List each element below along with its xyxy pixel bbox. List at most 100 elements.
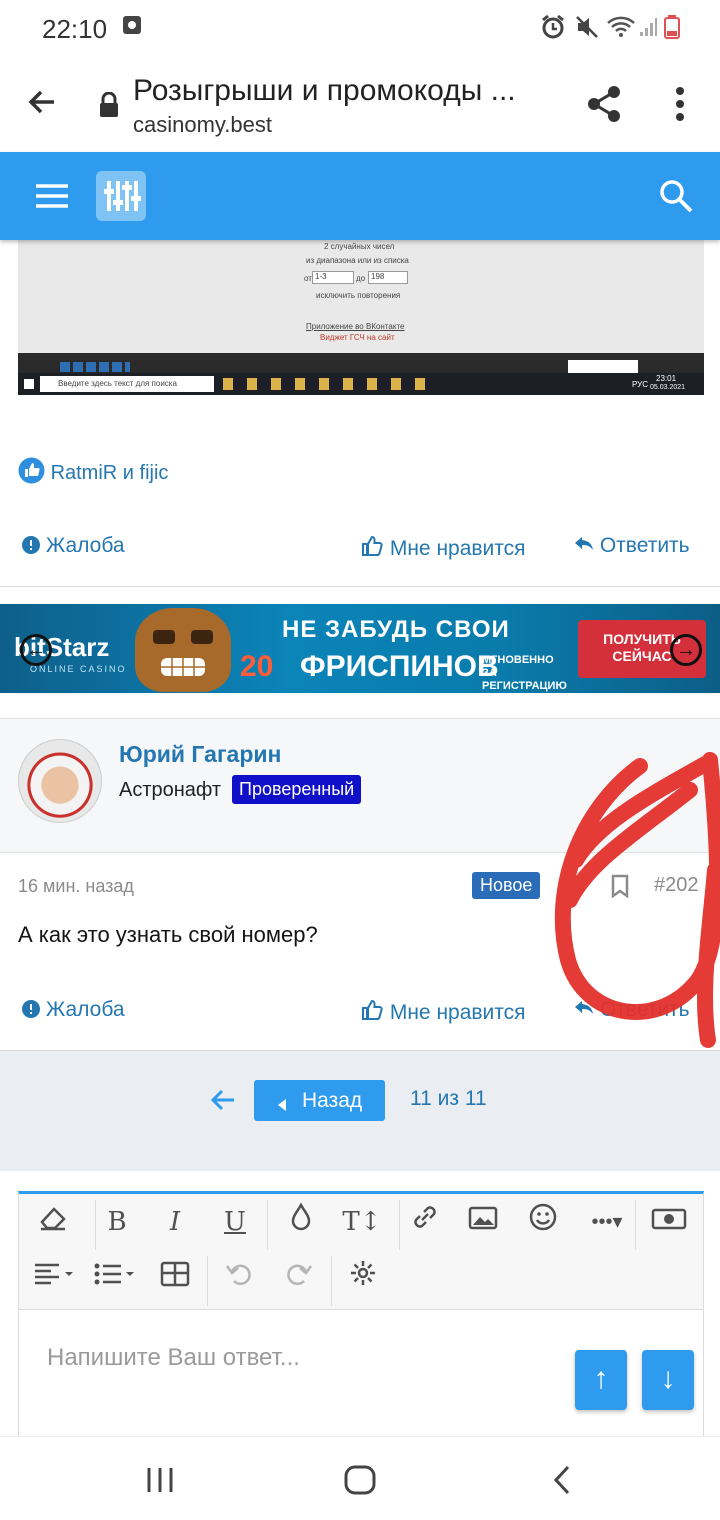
page-title[interactable]: Розыгрыши и промокоды ... (133, 74, 553, 108)
banner-count: 20 (240, 650, 274, 683)
undo-icon[interactable] (219, 1258, 259, 1298)
reply-label: Ответить (599, 998, 690, 1021)
windows-start-icon (24, 379, 34, 389)
new-badge: Новое (472, 872, 541, 899)
avatar[interactable] (18, 739, 102, 823)
search-icon[interactable] (658, 178, 694, 219)
post2-actions: Жалоба Мне нравится Ответить (0, 990, 720, 1030)
android-nav-bar (0, 1436, 720, 1520)
status-time: 22:10 (42, 14, 108, 44)
reactions-users[interactable]: RatmiR и fijic (51, 462, 169, 484)
verified-badge: Проверенный (232, 775, 362, 804)
thumbs-up-icon (362, 999, 383, 1020)
toolbar-separator (331, 1256, 332, 1306)
report-label: Жалоба (45, 534, 125, 557)
post-number[interactable]: #202 (654, 874, 699, 897)
bold-icon[interactable]: B (97, 1202, 137, 1242)
back-arrow-icon[interactable] (24, 84, 60, 125)
wifi-icon (606, 14, 636, 45)
recent-apps-icon[interactable] (146, 1467, 174, 1498)
reactions-bar[interactable]: RatmiR и fijic (18, 457, 168, 490)
list-icon[interactable] (91, 1258, 141, 1298)
shot-widget-link: Виджет ГСЧ на сайт (320, 333, 395, 342)
post1-report-button[interactable]: Жалоба (22, 534, 125, 558)
post2-like-button[interactable]: Мне нравится (360, 998, 526, 1025)
shot-from: 1-3 (312, 271, 354, 284)
post2-body: А как это узнать свой номер? (18, 922, 318, 947)
post2-time[interactable]: 16 мин. назад (18, 876, 134, 897)
banner-headline: НЕ ЗАБУДЬ СВОИ (282, 616, 510, 643)
battery-icon (664, 14, 680, 45)
reply-icon (575, 537, 593, 550)
like-label: Мне нравится (389, 1001, 526, 1024)
shot-side-widget (568, 360, 638, 373)
share-icon[interactable] (584, 84, 624, 129)
shot-from-label: от (304, 274, 312, 283)
underline-icon[interactable]: U (215, 1202, 255, 1242)
banner-instant: МГНОВЕННО ЗА РЕГИСТРАЦИЮ (482, 654, 567, 692)
prev-page-arrow-icon[interactable] (210, 1088, 236, 1117)
casino-ad-banner[interactable]: bitStarz ONLINE CASINO НЕ ЗАБУДЬ СВОИ 20… (0, 604, 720, 693)
shot-taskbar-time: 23:01 (656, 374, 677, 383)
banner-prev-icon[interactable]: ← (20, 634, 52, 666)
toolbar-separator (267, 1200, 268, 1250)
post2-username[interactable]: Юрий Гагарин (119, 741, 281, 768)
site-header (0, 152, 720, 240)
shot-taskbar-apps (223, 378, 433, 390)
shot-to: 198 (368, 271, 408, 284)
thumbs-up-icon (362, 535, 383, 556)
link-icon[interactable] (405, 1202, 445, 1242)
lock-icon (98, 91, 120, 123)
image-icon[interactable] (463, 1202, 503, 1242)
report-label: Жалоба (45, 998, 125, 1021)
color-drop-icon[interactable] (281, 1202, 321, 1242)
scroll-down-button[interactable]: ↓ (642, 1350, 694, 1410)
shot-line2: из диапазона или из списка (306, 256, 409, 265)
notification-icon (122, 14, 142, 41)
like-reaction-icon (18, 457, 45, 490)
shot-app-link: Приложение во ВКонтакте (306, 322, 405, 331)
settings-gear-icon[interactable] (343, 1258, 383, 1298)
back-page-label: Назад (302, 1089, 363, 1112)
post2-user-title: Астронафт (119, 779, 222, 801)
toolbar-separator (635, 1200, 636, 1250)
page-info[interactable]: 11 из 11 (410, 1087, 487, 1111)
money-icon[interactable] (649, 1202, 689, 1242)
back-page-button[interactable]: Назад (254, 1080, 385, 1121)
banner-next-icon[interactable]: → (670, 634, 702, 666)
shot-taskbar: Введите здесь текст для поиска РУС 23:01… (18, 373, 704, 395)
shot-to-label: до (356, 274, 366, 283)
emoji-icon[interactable] (523, 1202, 563, 1242)
italic-icon[interactable]: I (155, 1202, 195, 1242)
eraser-icon[interactable] (33, 1202, 73, 1242)
site-logo[interactable] (96, 171, 146, 221)
browser-url-bar: Розыгрыши и промокоды ... casinomy.best (0, 56, 720, 152)
shot-taskbar-date: 05.03.2021 (650, 384, 686, 391)
banner-freespins: ФРИСПИНОВ (300, 650, 499, 683)
home-icon[interactable] (344, 1465, 376, 1500)
more-options-icon[interactable]: •••▾ (579, 1202, 635, 1242)
text-size-icon[interactable]: T↕ (337, 1202, 387, 1242)
page-domain[interactable]: casinomy.best (133, 112, 272, 138)
bookmark-icon[interactable] (610, 874, 630, 903)
alarm-icon (540, 14, 566, 45)
shot-social-icons (60, 362, 130, 372)
redo-icon[interactable] (279, 1258, 319, 1298)
post1-like-button[interactable]: Мне нравится (360, 534, 526, 561)
post1-reply-button[interactable]: Ответить (574, 534, 690, 558)
shot-line1: 2 случайных чисел (324, 242, 395, 251)
post1-actions: Жалоба Мне нравится Ответить (0, 526, 720, 566)
table-icon[interactable] (155, 1258, 195, 1298)
reply-editor: B I U T↕ •••▾ Напишите Ваш ответ... ↑ ↓ (18, 1191, 704, 1441)
align-icon[interactable] (31, 1258, 81, 1298)
menu-icon[interactable] (34, 182, 70, 215)
more-vert-icon[interactable] (672, 86, 688, 127)
post2-report-button[interactable]: Жалоба (22, 998, 125, 1022)
post-attachment-screenshot[interactable]: 2 случайных чисел из диапазона или из сп… (18, 240, 704, 395)
post2-reply-button[interactable]: Ответить (574, 998, 690, 1022)
like-label: Мне нравится (389, 537, 526, 560)
nav-back-icon[interactable] (552, 1465, 572, 1500)
scroll-up-button[interactable]: ↑ (575, 1350, 627, 1410)
reply-input[interactable]: Напишите Ваш ответ... (47, 1344, 300, 1372)
pagination-bar: Назад 11 из 11 (0, 1051, 720, 1171)
